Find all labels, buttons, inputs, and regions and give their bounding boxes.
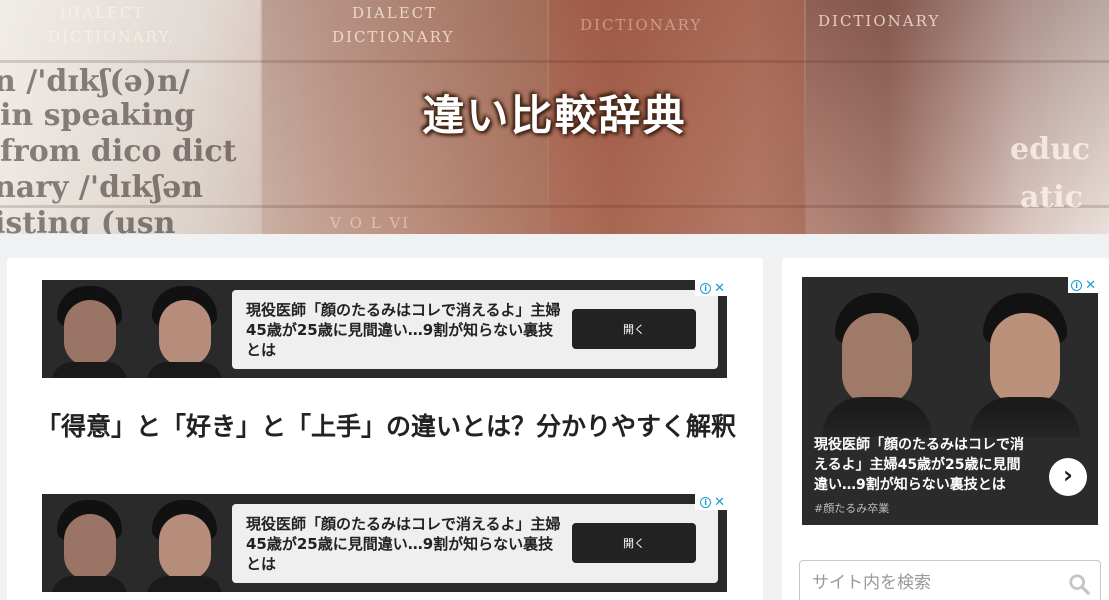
sidebar-ad[interactable]: 現役医師「顔のたるみはコレで消えるよ」主婦45歳が25歳に見間違い…9割が知らな…: [802, 277, 1098, 525]
site-header: DIALECT DICTIONARY. DIALECT DICTIONARY D…: [0, 0, 1109, 234]
header-bg-text: DICTIONARY.: [48, 28, 176, 46]
ad-text-box[interactable]: 現役医師「顔のたるみはコレで消えるよ」主婦45歳が25歳に見間違い…9割が知らな…: [232, 290, 718, 369]
header-bg-text: DICTIONARY: [818, 12, 941, 30]
adchoices[interactable]: i ✕: [695, 280, 727, 296]
adchoices[interactable]: i ✕: [1068, 277, 1098, 293]
info-icon[interactable]: i: [700, 496, 712, 508]
sidebar-ad-hashtag: #顔たるみ卒業: [814, 502, 890, 515]
close-icon[interactable]: ✕: [1085, 279, 1096, 292]
ad-image-face-young: [137, 494, 232, 592]
search-input[interactable]: [800, 561, 1060, 600]
header-bg-text: DIALECT: [60, 4, 146, 22]
close-icon[interactable]: ✕: [714, 282, 725, 295]
site-search[interactable]: [799, 560, 1101, 600]
header-bg-text: DICTIONARY: [580, 16, 703, 34]
header-bg-text: DICTIONARY: [332, 28, 455, 46]
sidebar: 現役医師「顔のたるみはコレで消えるよ」主婦45歳が25歳に見間違い…9割が知らな…: [782, 258, 1109, 600]
adchoices[interactable]: i ✕: [695, 494, 727, 510]
header-bg-text: isting (usn: [0, 206, 176, 234]
article-title: 「得意」と「好き」と「上手」の違いとは？分かりやすく解釈: [36, 412, 737, 441]
ad-image-face-old: [42, 494, 137, 592]
header-bg-text: V O L VI: [330, 214, 411, 232]
main-content: 現役医師「顔のたるみはコレで消えるよ」主婦45歳が25歳に見間違い…9割が知らな…: [7, 258, 763, 600]
banner-ad[interactable]: 現役医師「顔のたるみはコレで消えるよ」主婦45歳が25歳に見間違い…9割が知らな…: [42, 494, 727, 592]
site-title[interactable]: 違い比較辞典: [0, 82, 1109, 143]
banner-ad[interactable]: 現役医師「顔のたるみはコレで消えるよ」主婦45歳が25歳に見間違い…9割が知らな…: [42, 280, 727, 378]
ad-open-button[interactable]: 開く: [572, 309, 696, 349]
close-icon[interactable]: ✕: [714, 496, 725, 509]
ad-open-button[interactable]: 開く: [572, 523, 696, 563]
info-icon[interactable]: i: [1071, 279, 1083, 291]
info-icon[interactable]: i: [700, 282, 712, 294]
header-bg-text: DIALECT: [352, 4, 438, 22]
ad-headline[interactable]: 現役医師「顔のたるみはコレで消えるよ」主婦45歳が25歳に見間違い…9割が知らな…: [246, 300, 566, 360]
header-bg-text: nary /'dɪkʃən: [0, 170, 204, 205]
chevron-right-icon[interactable]: ›: [1049, 458, 1087, 496]
ad-headline[interactable]: 現役医師「顔のたるみはコレで消えるよ」主婦45歳が25歳に見間違い…9割が知らな…: [246, 514, 566, 574]
sidebar-ad-headline[interactable]: 現役医師「顔のたるみはコレで消えるよ」主婦45歳が25歳に見間違い…9割が知らな…: [814, 435, 1034, 495]
ad-image-face-old: [42, 280, 137, 378]
ad-image-face-young: [137, 280, 232, 378]
search-icon[interactable]: [1068, 573, 1090, 595]
ad-text-box[interactable]: 現役医師「顔のたるみはコレで消えるよ」主婦45歳が25歳に見間違い…9割が知らな…: [232, 504, 718, 583]
spine-band: [0, 60, 1109, 63]
header-bg-text: atic: [1020, 180, 1083, 215]
